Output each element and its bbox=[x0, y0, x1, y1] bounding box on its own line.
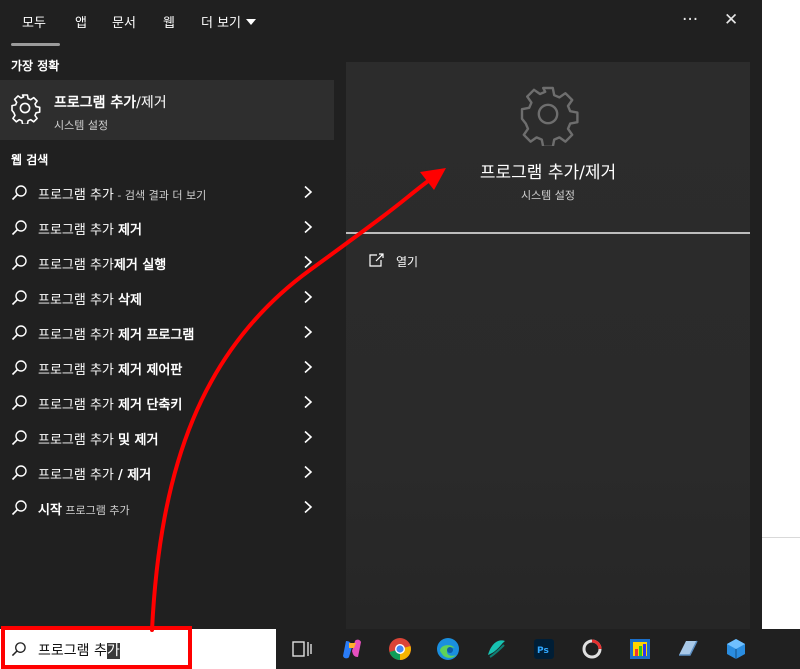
chevron-right-icon bbox=[304, 430, 313, 444]
app-cube-icon[interactable] bbox=[724, 637, 748, 661]
search-icon bbox=[11, 500, 27, 516]
tab-all[interactable]: 모두 bbox=[22, 12, 46, 31]
best-match-name: 프로그램 추가/제거 bbox=[54, 95, 167, 111]
web-search-item[interactable]: 프로그램 추가 및 제거 bbox=[0, 420, 334, 455]
tab-more-label: 더 보기 bbox=[201, 16, 242, 31]
best-match-heading: 가장 정확 bbox=[11, 59, 60, 73]
web-search-heading: 웹 검색 bbox=[11, 153, 49, 167]
web-search-list: 프로그램 추가 - 검색 결과 더 보기 프로그램 추가 제거 프로그램 추가제… bbox=[0, 175, 334, 525]
search-icon bbox=[11, 220, 27, 236]
web-search-item[interactable]: 프로그램 추가 제거 단축키 bbox=[0, 385, 334, 420]
more-options-button[interactable]: ··· bbox=[682, 10, 698, 30]
web-search-item[interactable]: 프로그램 추가 삭제 bbox=[0, 280, 334, 315]
chevron-right-icon bbox=[304, 360, 313, 374]
web-search-item-label: 프로그램 추가 및 제거 bbox=[38, 433, 159, 448]
tab-documents[interactable]: 문서 bbox=[112, 12, 136, 31]
task-view-icon[interactable] bbox=[290, 637, 314, 661]
web-search-item-label: 프로그램 추가 제거 제어판 bbox=[38, 363, 183, 378]
detail-pane: 프로그램 추가/제거 시스템 설정 열기 bbox=[346, 62, 750, 629]
chevron-right-icon bbox=[304, 395, 313, 409]
tab-web[interactable]: 웹 bbox=[163, 12, 175, 31]
web-search-item-label: 프로그램 추가 / 제거 bbox=[38, 468, 152, 483]
tab-apps[interactable]: 앱 bbox=[75, 12, 87, 31]
web-search-item[interactable]: 시작 프로그램 추가 bbox=[0, 490, 334, 525]
search-icon bbox=[11, 395, 27, 411]
open-label: 열기 bbox=[396, 255, 419, 269]
web-search-item-label: 프로그램 추가제거 실행 bbox=[38, 258, 167, 273]
divider bbox=[346, 232, 750, 234]
search-icon bbox=[11, 325, 27, 341]
app-teal-icon[interactable] bbox=[484, 637, 508, 661]
web-search-item-label: 프로그램 추가 - 검색 결과 더 보기 bbox=[38, 188, 207, 203]
search-icon bbox=[11, 465, 27, 481]
best-match-subtitle: 시스템 설정 bbox=[54, 119, 109, 132]
search-panel: 모두 앱 문서 웹 더 보기 ··· ✕ 가장 정확 프로그램 추가/제거 시스… bbox=[0, 0, 762, 629]
chevron-right-icon bbox=[304, 255, 313, 269]
chevron-right-icon bbox=[304, 465, 313, 479]
search-query: 프로그램 추가 bbox=[38, 643, 120, 659]
open-external-icon bbox=[369, 253, 384, 267]
search-icon bbox=[11, 430, 27, 446]
taskbar-search-box[interactable]: 프로그램 추가 bbox=[0, 629, 276, 669]
chevron-right-icon bbox=[304, 185, 313, 199]
app-circle-icon[interactable] bbox=[580, 637, 604, 661]
web-search-item[interactable]: 프로그램 추가 / 제거 bbox=[0, 455, 334, 490]
chevron-right-icon bbox=[304, 500, 313, 514]
detail-title: 프로그램 추가/제거 bbox=[479, 163, 617, 183]
search-icon bbox=[11, 185, 27, 201]
chevron-right-icon bbox=[304, 220, 313, 234]
web-search-item[interactable]: 프로그램 추가 제거 bbox=[0, 210, 334, 245]
tab-more[interactable]: 더 보기 bbox=[201, 12, 257, 31]
web-search-item-label: 프로그램 추가 제거 bbox=[38, 223, 142, 238]
gear-icon bbox=[11, 94, 41, 124]
web-search-item[interactable]: 프로그램 추가 제거 제어판 bbox=[0, 350, 334, 385]
web-search-item[interactable]: 프로그램 추가 - 검색 결과 더 보기 bbox=[0, 175, 334, 210]
chrome-icon[interactable] bbox=[388, 637, 412, 661]
close-button[interactable]: ✕ bbox=[724, 10, 738, 30]
results-list: 가장 정확 프로그램 추가/제거 시스템 설정 웹 검색 프로그램 추가 - 검… bbox=[0, 46, 334, 629]
chevron-right-icon bbox=[304, 290, 313, 304]
copilot-icon[interactable] bbox=[340, 637, 364, 661]
svg-text:Ps: Ps bbox=[537, 646, 549, 656]
search-query-selection: 가 bbox=[106, 643, 120, 659]
web-search-item[interactable]: 프로그램 추가 제거 프로그램 bbox=[0, 315, 334, 350]
chevron-right-icon bbox=[304, 325, 313, 339]
best-match-item[interactable]: 프로그램 추가/제거 시스템 설정 bbox=[0, 80, 334, 140]
taskbar: 프로그램 추가 Ps bbox=[0, 629, 800, 669]
web-search-item-label: 시작 프로그램 추가 bbox=[38, 503, 130, 518]
web-search-item-label: 프로그램 추가 제거 프로그램 bbox=[38, 328, 195, 343]
web-search-item[interactable]: 프로그램 추가제거 실행 bbox=[0, 245, 334, 280]
desktop-divider bbox=[762, 537, 800, 538]
filter-tabs: 모두 앱 문서 웹 더 보기 ··· ✕ bbox=[0, 0, 762, 46]
app-blue-icon[interactable] bbox=[676, 637, 700, 661]
web-search-item-label: 프로그램 추가 제거 단축키 bbox=[38, 398, 183, 413]
search-icon bbox=[11, 290, 27, 306]
detail-subtitle: 시스템 설정 bbox=[520, 189, 576, 202]
photoshop-icon[interactable]: Ps bbox=[532, 637, 556, 661]
search-icon bbox=[11, 360, 27, 376]
app-chart-icon[interactable] bbox=[628, 637, 652, 661]
gear-icon bbox=[520, 86, 579, 146]
search-icon bbox=[11, 255, 27, 271]
edge-icon[interactable] bbox=[436, 637, 460, 661]
search-icon bbox=[11, 642, 26, 657]
caret-down-icon bbox=[246, 19, 257, 25]
web-search-item-label: 프로그램 추가 삭제 bbox=[38, 293, 142, 308]
